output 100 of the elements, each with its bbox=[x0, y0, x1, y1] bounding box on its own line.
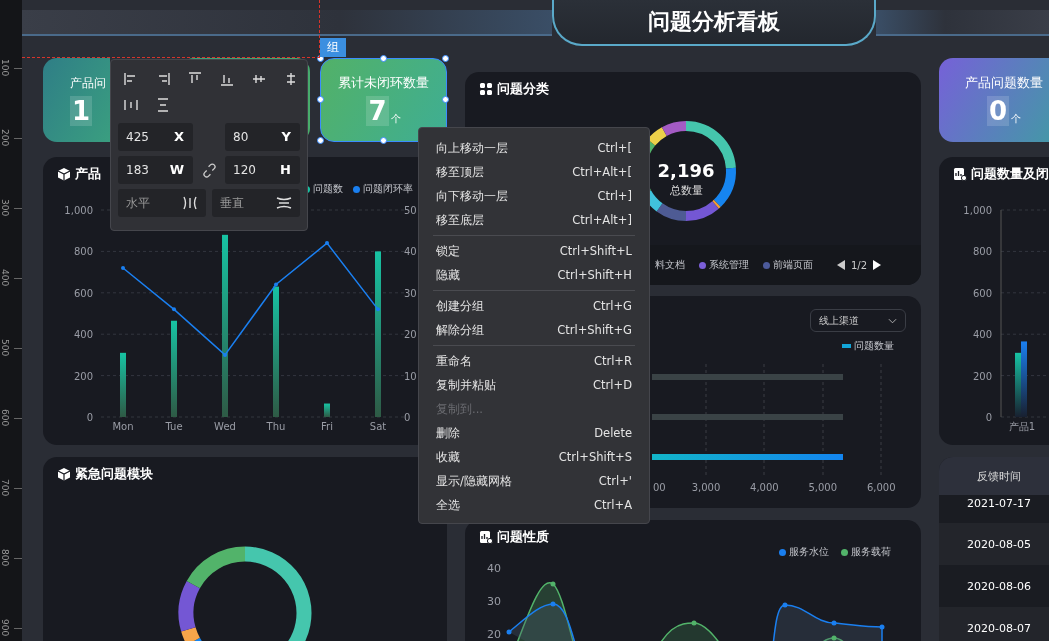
grid-icon bbox=[479, 82, 493, 96]
axis-label: 20 bbox=[404, 329, 417, 341]
menu-item[interactable]: 解除分组 Ctrl+Shift+G bbox=[419, 318, 649, 342]
axis-label: 200 bbox=[972, 370, 992, 382]
resize-handle[interactable] bbox=[317, 137, 324, 144]
table-cell-text: 2020-08-05 bbox=[966, 537, 1032, 551]
dashboard-title: 问题分析看板 bbox=[648, 8, 780, 36]
stat-card[interactable]: 产品问题数量 0 个 bbox=[939, 58, 1049, 142]
align-middle-icon[interactable] bbox=[252, 72, 266, 86]
page-indicator: 1/2 bbox=[850, 259, 867, 271]
axis-label: Sat bbox=[369, 421, 387, 432]
field-label: Y bbox=[281, 129, 291, 145]
ruler-tick bbox=[14, 67, 22, 69]
ruler-tick bbox=[14, 627, 22, 629]
legend-label: 料文档 bbox=[654, 258, 685, 272]
resize-handle[interactable] bbox=[442, 55, 449, 62]
resize-handle[interactable] bbox=[442, 96, 449, 103]
table-row[interactable]: 2020-08-07 bbox=[939, 607, 1049, 641]
axis-label: Fri bbox=[321, 421, 333, 432]
axis-label: 0 bbox=[86, 412, 93, 423]
ruler-tick bbox=[14, 207, 22, 209]
menu-item[interactable]: 删除 Delete bbox=[419, 421, 649, 445]
stat-value: 0 bbox=[986, 96, 1010, 126]
ruler-label: 500 bbox=[0, 339, 10, 357]
distribute-horizontal-icon[interactable] bbox=[124, 98, 138, 112]
cube-icon bbox=[57, 467, 71, 481]
channel-dropdown[interactable]: 线上渠道 bbox=[810, 309, 906, 332]
axis-label: Thu bbox=[266, 421, 286, 432]
column-header: 反馈时间 bbox=[976, 468, 1022, 484]
align-right-icon[interactable] bbox=[156, 72, 170, 86]
axis-label: 30 bbox=[404, 287, 417, 299]
axis-label: 20 bbox=[487, 628, 501, 641]
panel-title: 问题数量及闭 bbox=[971, 165, 1049, 183]
bar bbox=[324, 403, 330, 417]
align-bottom-icon[interactable] bbox=[220, 72, 234, 86]
table-row[interactable]: 2020-08-05 bbox=[939, 523, 1049, 565]
panel-title: 紧急问题模块 bbox=[75, 465, 153, 483]
menu-item[interactable]: 收藏 Ctrl+Shift+S bbox=[419, 445, 649, 469]
previous-icon[interactable] bbox=[836, 260, 845, 270]
field-label: X bbox=[173, 129, 184, 145]
axis-label: 30 bbox=[487, 595, 501, 608]
legend-label: 问题闭环率 bbox=[363, 182, 413, 196]
distribute-vertical-icon[interactable] bbox=[156, 98, 170, 112]
axis-label: 800 bbox=[972, 246, 992, 258]
axis-label: 产品1 bbox=[1008, 421, 1036, 432]
menu-item[interactable]: 隐藏 Ctrl+Shift+H bbox=[419, 263, 649, 287]
total-label: 总数量 bbox=[669, 184, 703, 197]
legend-label: 服务水位 bbox=[789, 545, 829, 559]
field-label: W bbox=[169, 162, 184, 178]
stat-label: 产品问题数量 bbox=[965, 74, 1043, 92]
document-chart-icon bbox=[479, 530, 493, 544]
ruler-tick bbox=[14, 557, 22, 559]
panel-title: 产品 bbox=[75, 165, 101, 183]
align-left-icon[interactable] bbox=[124, 72, 138, 86]
menu-item[interactable]: 创建分组 Ctrl+G bbox=[419, 294, 649, 318]
resize-handle[interactable] bbox=[317, 96, 324, 103]
legend-label: 问题数量 bbox=[854, 339, 894, 353]
axis-label: 40 bbox=[487, 562, 501, 575]
panel-title: 问题性质 bbox=[497, 528, 549, 546]
menu-item[interactable]: 显示/隐藏网格 Ctrl+' bbox=[419, 469, 649, 493]
resize-handle[interactable] bbox=[379, 55, 387, 62]
link-icon[interactable] bbox=[201, 162, 217, 178]
vertical-spacing-icon[interactable] bbox=[276, 196, 292, 210]
axis-label: Wed bbox=[214, 421, 236, 432]
ruler-label: 100 bbox=[0, 59, 10, 77]
axis-label: 400 bbox=[972, 329, 992, 341]
ruler-tick bbox=[14, 277, 22, 279]
menu-item[interactable]: 重命名 Ctrl+R bbox=[419, 349, 649, 373]
group-tag: 组 bbox=[320, 38, 346, 57]
menu-item[interactable]: 向下移动一层 Ctrl+] bbox=[419, 184, 649, 208]
stat-value: 1 bbox=[70, 95, 93, 126]
spacing-field[interactable]: 垂直 bbox=[212, 189, 300, 217]
resize-handle[interactable] bbox=[379, 137, 387, 144]
axis-label: 0 bbox=[404, 412, 411, 423]
stat-card[interactable]: 产品问 1 bbox=[43, 58, 110, 142]
menu-item[interactable]: 移至顶层 Ctrl+Alt+[ bbox=[419, 160, 649, 184]
stat-label: 累计未闭环数量 bbox=[338, 74, 429, 92]
field-label: H bbox=[280, 162, 291, 178]
ruler-label: 300 bbox=[0, 199, 10, 217]
menu-item[interactable]: 移至底层 Ctrl+Alt+] bbox=[419, 208, 649, 232]
cube-icon bbox=[57, 167, 71, 181]
horizontal-spacing-icon[interactable] bbox=[182, 196, 198, 210]
next-icon[interactable] bbox=[873, 260, 881, 270]
menu-item[interactable]: 全选 Ctrl+A bbox=[419, 493, 649, 517]
ruler-label: 700 bbox=[0, 479, 10, 497]
ruler-tick bbox=[14, 347, 22, 349]
ruler-tick bbox=[14, 417, 22, 419]
panel-title: 问题分类 bbox=[497, 80, 549, 98]
axis-label: 50 bbox=[404, 205, 417, 216]
menu-item[interactable]: 锁定 Ctrl+Shift+L bbox=[419, 239, 649, 263]
legend-label: 服务载荷 bbox=[851, 545, 891, 559]
ruler-tick bbox=[14, 487, 22, 489]
align-center-icon[interactable] bbox=[284, 72, 298, 86]
legend-swatch bbox=[842, 344, 851, 348]
ruler-tick bbox=[14, 137, 22, 139]
ruler-label: 600 bbox=[0, 409, 10, 427]
axis-label: 800 bbox=[73, 246, 93, 258]
menu-item[interactable]: 复制并粘贴 Ctrl+D bbox=[419, 373, 649, 397]
align-top-icon[interactable] bbox=[188, 72, 202, 86]
spacing-field[interactable]: 水平 bbox=[118, 189, 206, 217]
